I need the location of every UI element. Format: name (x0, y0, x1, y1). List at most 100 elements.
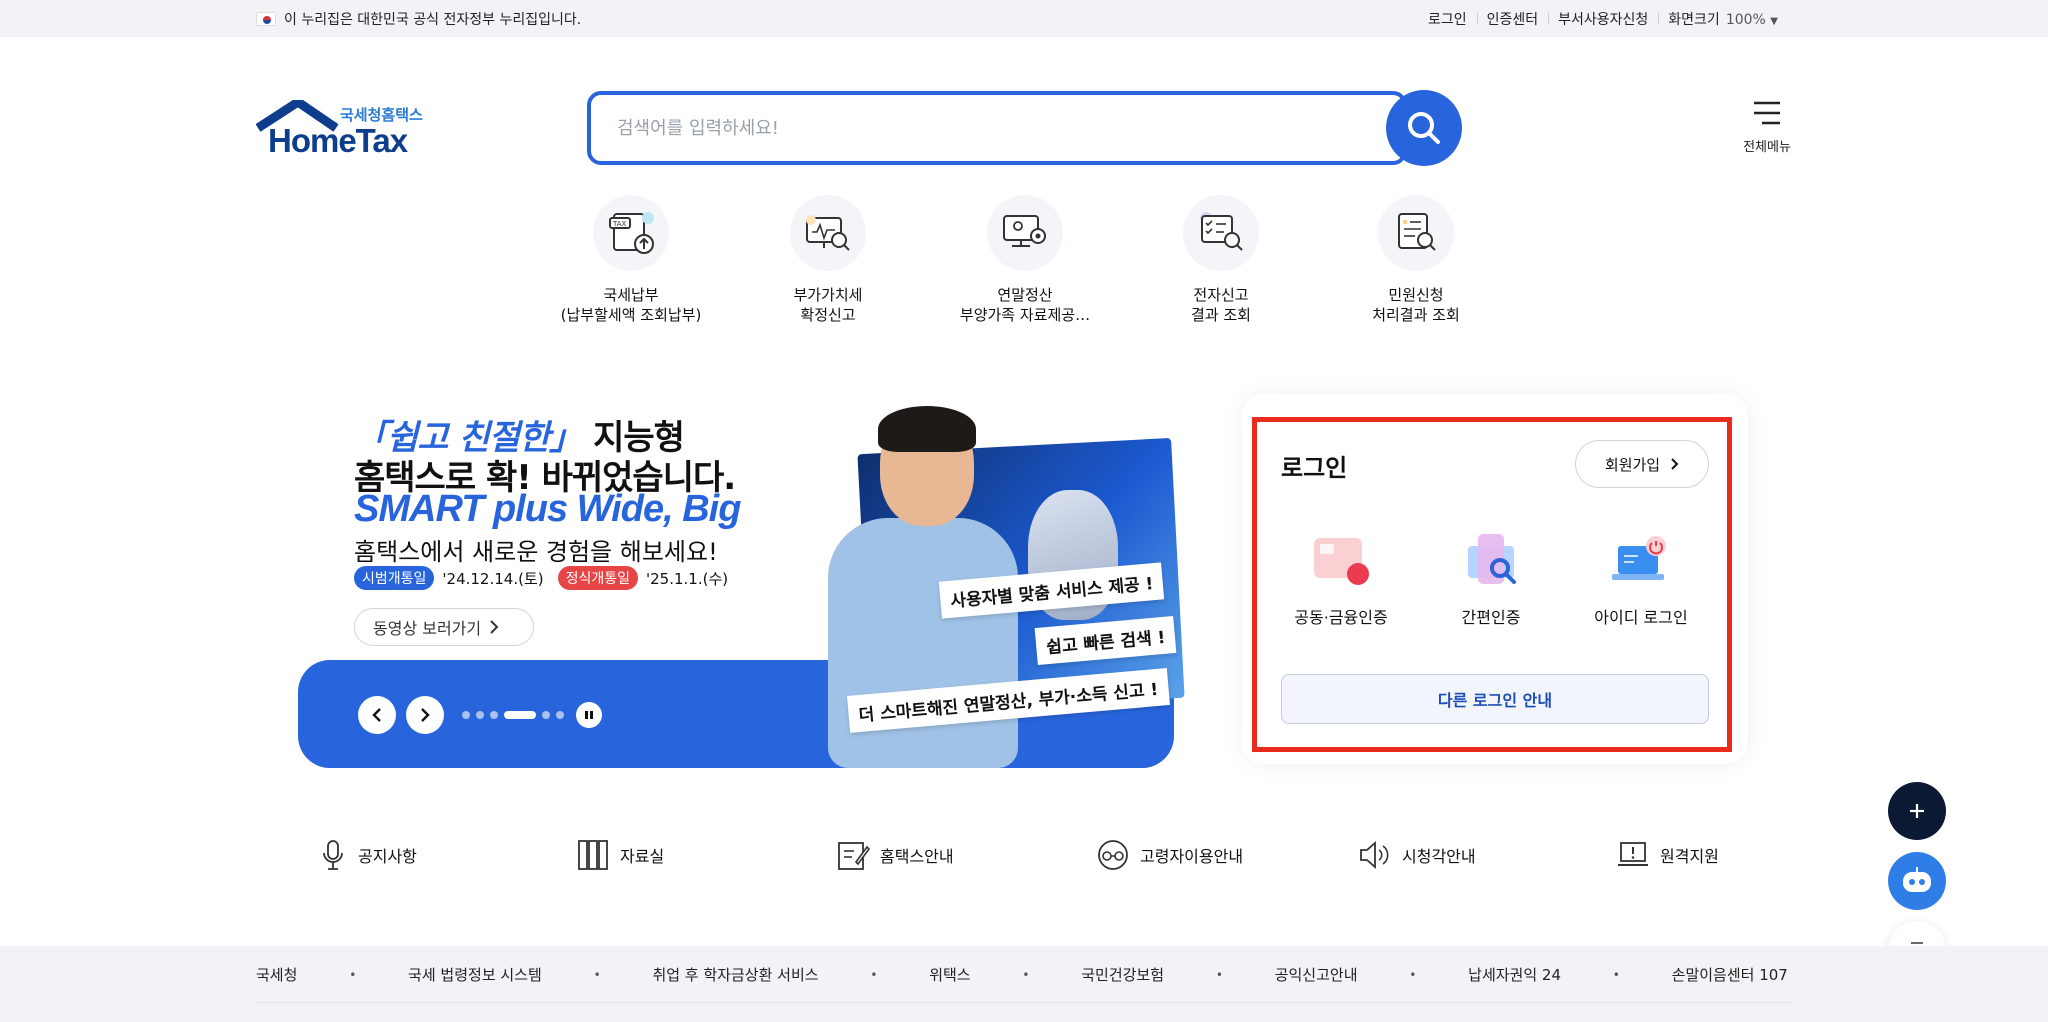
link-notice[interactable]: 공지사항 (318, 830, 417, 880)
plus-icon (1910, 804, 1924, 818)
chevron-right-icon (421, 708, 430, 722)
chevron-left-icon (372, 708, 381, 722)
pagination-dot[interactable] (556, 711, 564, 719)
login-title: 로그인 (1281, 454, 1348, 482)
banner-photo: 사용자별 맞춤 서비스 제공 ! 쉽고 빠른 검색 ! 더 스마트해진 연말정산… (818, 400, 1185, 768)
hamburger-icon (1754, 101, 1780, 125)
person-hair-graphic (878, 406, 976, 452)
quick-item-vat-filing[interactable]: 부가가치세 확정신고 (748, 195, 908, 325)
banner-title-line3: SMART plus Wide, Big (354, 488, 741, 530)
link-label: 고령자이용안내 (1140, 847, 1244, 866)
signup-button[interactable]: 회원가입 (1575, 440, 1709, 488)
banner-prev-button[interactable] (358, 696, 396, 734)
link-resources[interactable]: 자료실 (576, 830, 664, 880)
pagination-dot[interactable] (490, 711, 498, 719)
monitor-search-icon (790, 195, 866, 271)
login-method-label: 공동·금융인증 (1294, 608, 1388, 627)
login-methods: 공동·금융인증 간편인증 아이디 로그인 (1271, 532, 1711, 628)
search-button[interactable] (1386, 90, 1462, 166)
quick-item-civil-complaint[interactable]: 민원신청 처리결과 조회 (1336, 195, 1496, 325)
zoom-label: 화면크기 (1668, 12, 1720, 28)
banner-dates: 시범개통일 '24.12.14.(토) 정식개통일 '25.1.1.(수) (354, 566, 728, 590)
pilot-open-date: '24.12.14.(토) (442, 569, 544, 588)
watch-video-label: 동영상 보러가기 (373, 619, 482, 638)
main-banner: 「쉽고 친절한」 지능형 홈택스로 확! 바뀌었습니다. SMART plus … (298, 400, 1185, 768)
tax-document-upload-icon: TAX (593, 195, 669, 271)
pilot-open-pill: 시범개통일 (354, 566, 435, 590)
login-panel: 로그인 회원가입 공동·금융인증 간편인증 아이디 로그인 다른 로그인 안내 (1252, 417, 1732, 752)
util-dept-user-link[interactable]: 부서사용자신청 (1548, 9, 1658, 29)
footer-link[interactable]: 납세자권익 24 (1468, 964, 1561, 985)
footer-separator: • (1215, 967, 1223, 982)
link-label: 홈택스안내 (880, 847, 954, 866)
gov-notice-bar: 이 누리집은 대한민국 공식 전자정부 누리집입니다. 로그인 인증센터 부서사… (0, 0, 2048, 37)
service-links: 공지사항 자료실 홈택스안내 고령자이용안내 시청각안내 원격지원 (0, 830, 2048, 880)
quick-label: 국세납부 (납부할세액 조회납부) (560, 286, 702, 324)
speaker-icon (1360, 841, 1389, 869)
quick-item-year-end[interactable]: 연말정산 부양가족 자료제공… (945, 195, 1105, 325)
search-icon (1408, 112, 1440, 144)
all-menu-button[interactable]: 전체메뉴 (1736, 100, 1798, 155)
banner-pause-button[interactable] (576, 702, 602, 728)
login-method-label: 간편인증 (1461, 608, 1521, 627)
korea-flag-icon (256, 12, 276, 26)
utility-links: 로그인 인증센터 부서사용자신청 화면크기 100% ▼ (1418, 9, 1788, 29)
quick-menu: TAX 국세납부 (납부할세액 조회납부) 부가가치세 확정신고 연말정산 부양… (0, 195, 2048, 325)
footer-links: 국세청 • 국세 법령정보 시스템 • 취업 후 학자금상환 서비스 • 위택스 • 국민건강보… (256, 964, 1788, 985)
link-label: 자료실 (620, 847, 665, 866)
laptop-alert-icon (1618, 842, 1648, 866)
footer-link[interactable]: 국세 법령정보 시스템 (408, 964, 542, 985)
util-login-link[interactable]: 로그인 (1418, 9, 1477, 29)
footer-link[interactable]: 취업 후 학자금상환 서비스 (652, 964, 818, 985)
util-cert-center-link[interactable]: 인증센터 (1476, 9, 1549, 29)
link-label: 시청각안내 (1402, 847, 1476, 866)
login-method-certificate[interactable]: 공동·금융인증 (1271, 532, 1411, 628)
login-method-id[interactable]: 아이디 로그인 (1571, 532, 1711, 628)
footer-divider (256, 1002, 1792, 1003)
logo-wordmark: HomeTax (268, 122, 408, 159)
link-hometax-guide[interactable]: 홈택스안내 (836, 830, 954, 880)
zoom-control[interactable]: 화면크기 100% ▼ (1658, 9, 1788, 29)
pagination-dot[interactable] (462, 711, 470, 719)
link-audiovisual-guide[interactable]: 시청각안내 (1358, 830, 1476, 880)
official-open-pill: 정식개통일 (557, 566, 639, 590)
pagination-dot[interactable] (476, 711, 484, 719)
footer-link[interactable]: 공익신고안내 (1275, 964, 1358, 985)
footer-link[interactable]: 국민건강보험 (1081, 964, 1164, 985)
hometax-logo[interactable]: 국세청홈택스 HomeTax (256, 100, 431, 160)
bookshelf-icon (578, 840, 608, 870)
footer-link[interactable]: 위택스 (929, 964, 970, 985)
pagination-dot[interactable] (504, 711, 536, 719)
quick-label: 민원신청 처리결과 조회 (1372, 286, 1460, 324)
monitor-settings-icon (987, 195, 1063, 271)
search-input[interactable] (587, 91, 1407, 165)
microphone-icon (323, 840, 343, 870)
quick-item-tax-payment[interactable]: TAX 국세납부 (납부할세액 조회납부) (551, 195, 711, 325)
search-bar (587, 90, 1462, 166)
zoom-value: 100% (1725, 12, 1766, 28)
pagination-dot[interactable] (542, 711, 550, 719)
phone-search-icon (1456, 532, 1526, 592)
chevron-down-icon: ▼ (1770, 16, 1778, 27)
link-senior-guide[interactable]: 고령자이용안내 (1096, 830, 1243, 880)
all-menu-label: 전체메뉴 (1743, 140, 1791, 155)
svg-text:TAX: TAX (612, 220, 627, 228)
link-label: 원격지원 (1660, 847, 1719, 866)
banner-next-button[interactable] (406, 696, 444, 734)
footer-link[interactable]: 손말이음센터 107 (1672, 964, 1788, 985)
link-remote-support[interactable]: 원격지원 (1616, 830, 1719, 880)
certificate-icon (1306, 532, 1376, 592)
pencil-note-icon (838, 842, 870, 870)
pause-icon (585, 711, 593, 719)
quick-label: 전자신고 결과 조회 (1191, 286, 1251, 324)
quick-label: 부가가치세 확정신고 (793, 286, 863, 324)
gov-notice: 이 누리집은 대한민국 공식 전자정부 누리집입니다. (256, 9, 581, 29)
quick-label: 연말정산 부양가족 자료제공… (959, 286, 1091, 324)
other-login-guide-button[interactable]: 다른 로그인 안내 (1281, 674, 1709, 724)
quick-item-e-filing-result[interactable]: 전자신고 결과 조회 (1141, 195, 1301, 325)
footer: 국세청 • 국세 법령정보 시스템 • 취업 후 학자금상환 서비스 • 위택스 • 국민건강보… (0, 946, 2048, 1022)
footer-link[interactable]: 국세청 (256, 964, 297, 985)
login-method-simple[interactable]: 간편인증 (1421, 532, 1561, 628)
signup-label: 회원가입 (1604, 455, 1661, 474)
watch-video-button[interactable]: 동영상 보러가기 (354, 608, 534, 646)
